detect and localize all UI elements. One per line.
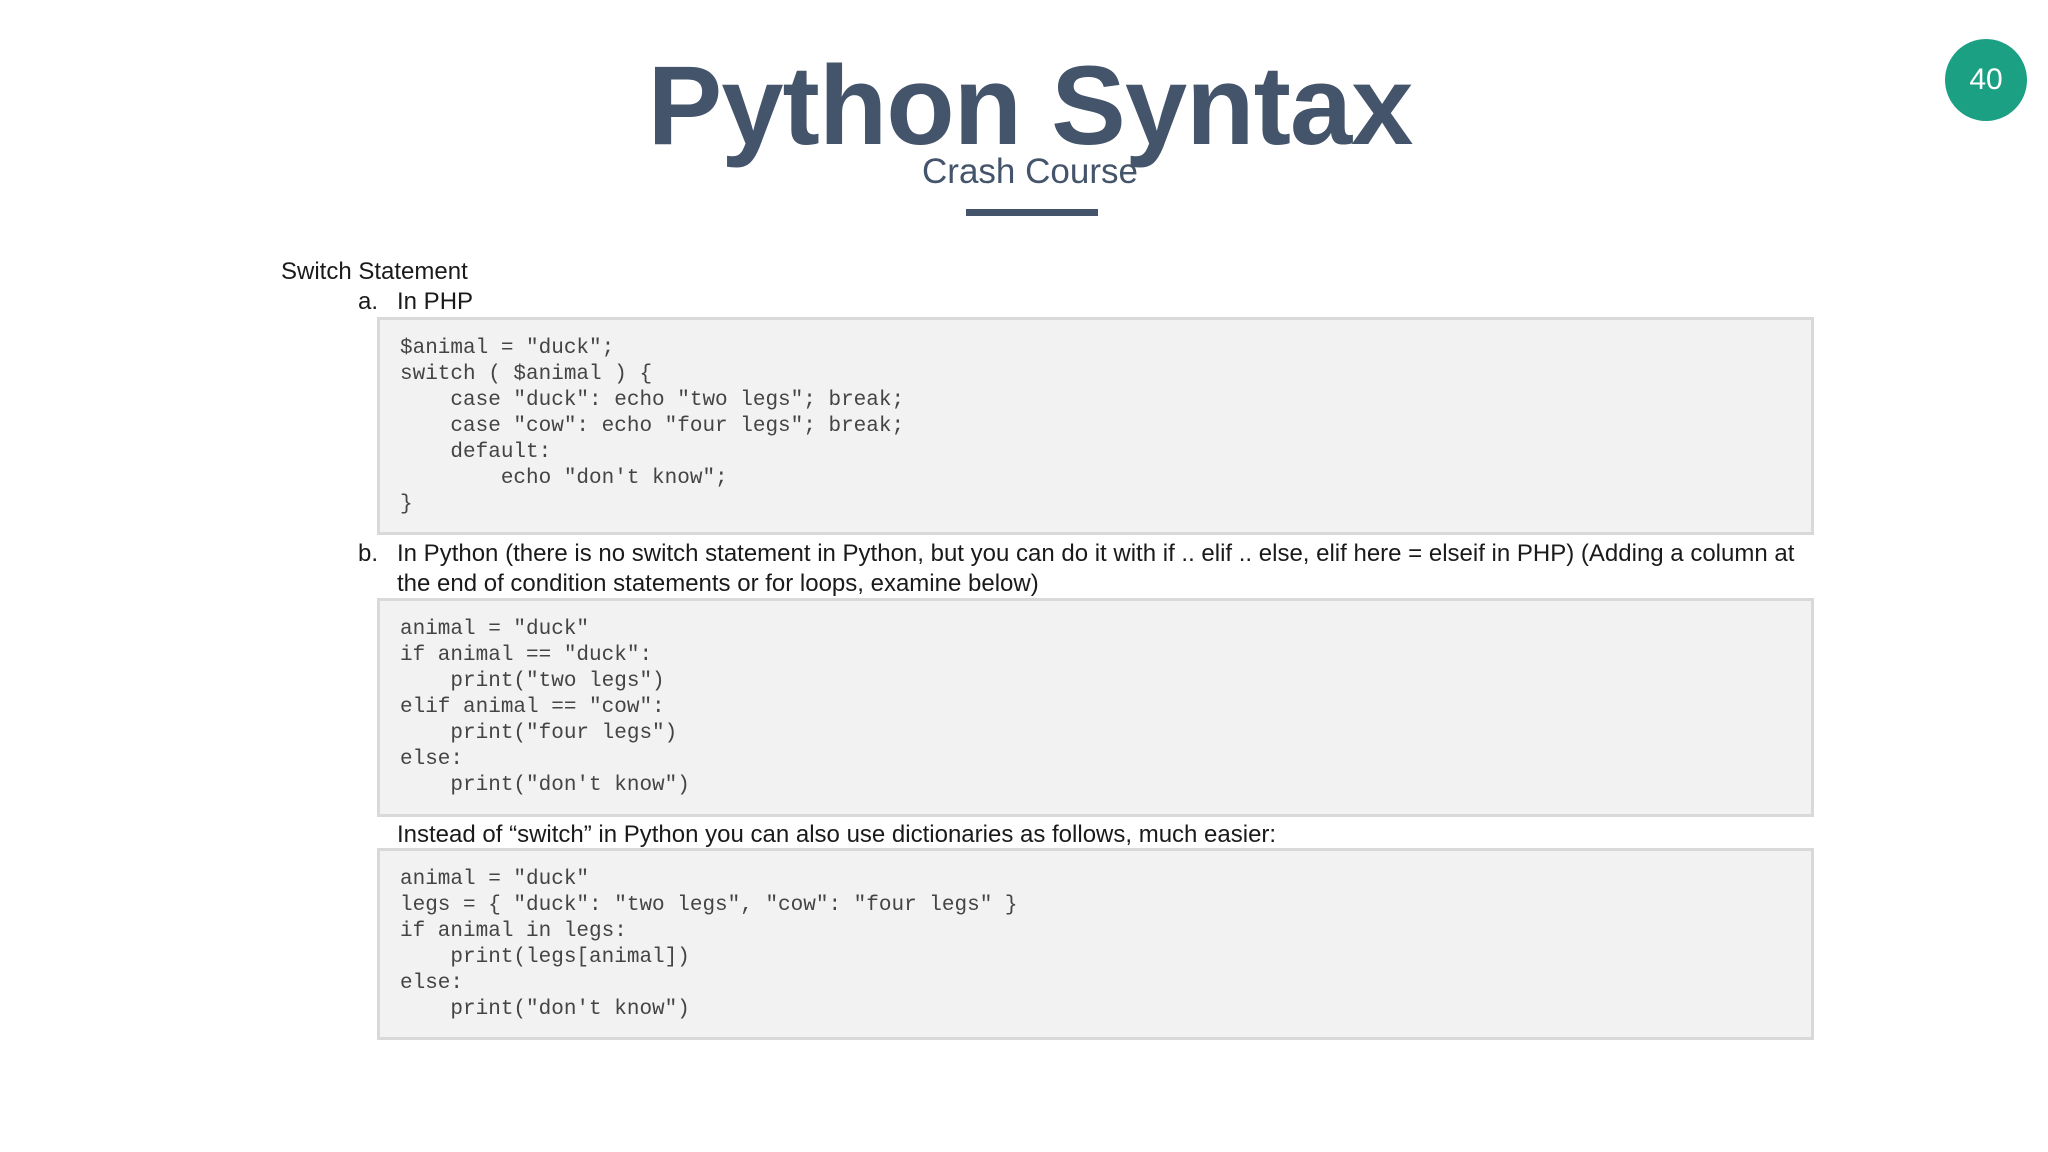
item-a-label: In PHP xyxy=(397,288,474,315)
title-underline xyxy=(966,209,1098,216)
list-marker-b: b. xyxy=(358,540,379,567)
slide-subtitle: Crash Course xyxy=(922,152,1138,191)
slide-title: Python Syntax xyxy=(647,43,1414,168)
page-number-badge: 40 xyxy=(1945,39,2027,121)
php-code-block: $animal = "duck"; switch ( $animal ) { c… xyxy=(377,317,1814,535)
python-if-code-block: animal = "duck" if animal == "duck": pri… xyxy=(377,598,1814,817)
item-b-text-line2: the end of condition statements or for l… xyxy=(397,570,1039,597)
item-b-text-line1: In Python (there is no switch statement … xyxy=(397,540,1795,567)
list-marker-a: a. xyxy=(358,288,379,315)
python-dict-code-block: animal = "duck" legs = { "duck": "two le… xyxy=(377,848,1814,1040)
section-heading: Switch Statement xyxy=(281,258,468,285)
dictionary-note: Instead of “switch” in Python you can al… xyxy=(397,821,1277,848)
